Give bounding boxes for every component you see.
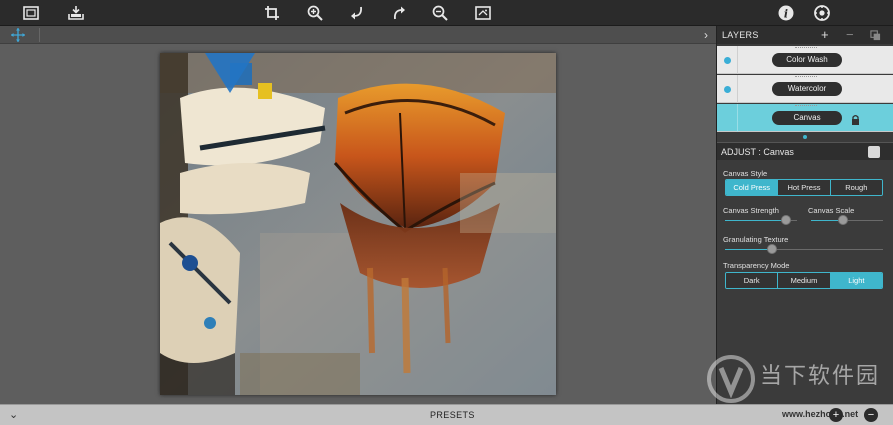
resize-handle-icon[interactable] (803, 135, 807, 139)
save-icon[interactable] (66, 3, 86, 23)
chevron-down-icon[interactable]: ⌄ (9, 408, 21, 422)
top-toolbar: i (0, 0, 893, 26)
canvas-area (0, 44, 716, 404)
canvas-style-label: Canvas Style (723, 169, 768, 178)
watercolor-image[interactable] (160, 53, 556, 395)
move-icon[interactable] (9, 27, 27, 43)
gallery-icon[interactable] (21, 3, 41, 23)
slider-fill (725, 249, 773, 250)
layers-header: LAYERS + − (717, 26, 893, 44)
canvas-style-rough[interactable]: Rough (830, 180, 882, 195)
canvas-scale-slider[interactable] (811, 215, 883, 225)
drag-handle-icon[interactable] (795, 76, 817, 78)
layer-name: Canvas (772, 111, 842, 125)
watermark-url: www.hezhong.net (782, 409, 859, 419)
presets-label[interactable]: PRESETS (430, 410, 475, 420)
duplicate-layer-icon[interactable] (870, 30, 881, 44)
add-preset-icon[interactable]: + (829, 408, 843, 422)
canvas-style-hot-press[interactable]: Hot Press (778, 180, 831, 195)
chevron-right-icon[interactable]: › (700, 27, 712, 43)
svg-text:i: i (784, 8, 788, 21)
canvas-strength-label: Canvas Strength (723, 206, 779, 215)
canvas-style-cold-press[interactable]: Cold Press (726, 180, 779, 195)
redo-icon[interactable] (389, 3, 409, 23)
layer-row-canvas[interactable]: Canvas (717, 104, 893, 132)
zoom-in-icon[interactable] (305, 3, 325, 23)
add-layer-icon[interactable]: + (821, 28, 829, 42)
adjust-title: ADJUST : Canvas (721, 147, 794, 157)
crop-icon[interactable] (262, 3, 282, 23)
layer-name: Watercolor (772, 82, 842, 96)
adjust-header: ADJUST : Canvas (717, 142, 893, 160)
transparency-mode-selector: Dark Medium Light (725, 272, 883, 289)
app-window: i › LAYERS + − Color Wash Watercolor Can… (0, 0, 893, 425)
drag-handle-icon[interactable] (795, 47, 817, 49)
zoom-out-icon[interactable] (430, 3, 450, 23)
settings-icon[interactable] (812, 3, 832, 23)
fit-icon[interactable] (473, 3, 493, 23)
slider-thumb[interactable] (781, 215, 792, 225)
right-panel: LAYERS + − Color Wash Watercolor Canvas (716, 26, 893, 404)
visibility-dot-icon[interactable] (724, 57, 731, 64)
undo-icon[interactable] (347, 3, 367, 23)
granulating-texture-label: Granulating Texture (723, 235, 789, 244)
remove-layer-icon[interactable]: − (846, 28, 854, 42)
presets-bar: ⌄ PRESETS www.hezhong.net + − (0, 404, 893, 425)
granulating-texture-slider[interactable] (725, 244, 883, 254)
layer-name: Color Wash (772, 53, 842, 67)
transparency-mode-label: Transparency Mode (723, 261, 790, 270)
drag-handle-icon[interactable] (795, 105, 817, 107)
divider (737, 46, 738, 74)
slider-thumb[interactable] (838, 215, 849, 225)
transparency-mode-dark[interactable]: Dark (726, 273, 779, 288)
transparency-mode-light[interactable]: Light (830, 273, 882, 288)
canvas-toolbar: › (0, 26, 716, 44)
lock-icon[interactable] (851, 112, 860, 125)
canvas-strength-slider[interactable] (725, 215, 797, 225)
divider (737, 75, 738, 103)
reset-icon[interactable] (868, 146, 880, 158)
divider (737, 104, 738, 132)
visibility-dot-icon[interactable] (724, 86, 731, 93)
slider-thumb[interactable] (767, 244, 778, 254)
transparency-mode-medium[interactable]: Medium (778, 273, 831, 288)
layers-title: LAYERS (722, 30, 759, 40)
canvas-style-selector: Cold Press Hot Press Rough (725, 179, 883, 196)
divider (39, 28, 40, 42)
slider-fill (725, 220, 787, 221)
layer-row-watercolor[interactable]: Watercolor (717, 75, 893, 103)
layer-row-color-wash[interactable]: Color Wash (717, 46, 893, 74)
remove-preset-icon[interactable]: − (864, 408, 878, 422)
info-icon[interactable]: i (776, 3, 796, 23)
canvas-scale-label: Canvas Scale (808, 206, 855, 215)
